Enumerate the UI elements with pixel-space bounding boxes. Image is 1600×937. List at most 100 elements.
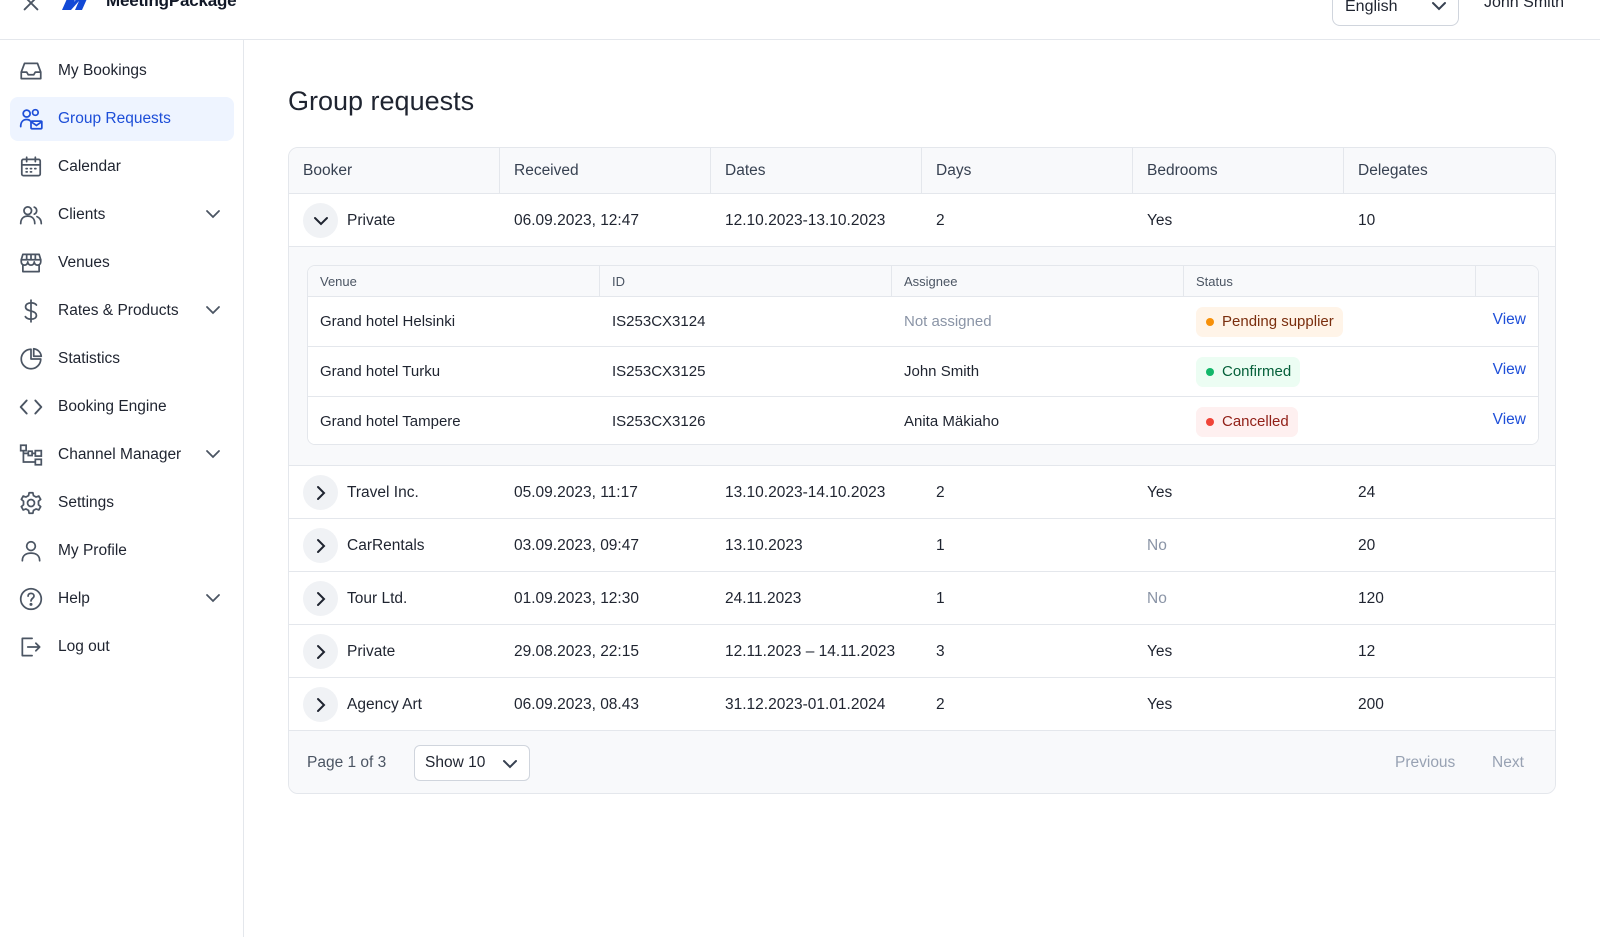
view-link[interactable]: View: [1493, 397, 1526, 443]
sidebar-item-venues[interactable]: Venues: [10, 241, 234, 285]
page-title: Group requests: [288, 86, 475, 116]
sidebar-item-label: Settings: [58, 494, 115, 511]
dates-cell: 13.10.2023: [725, 537, 803, 554]
sidebar-item-help[interactable]: Help: [10, 577, 234, 621]
received-cell: 05.09.2023, 11:17: [514, 484, 638, 501]
user-name[interactable]: John Smith: [1484, 0, 1564, 12]
id-cell: IS253CX3126: [612, 413, 706, 430]
calendar-icon: [18, 154, 44, 180]
days-cell: 2: [936, 484, 945, 501]
page-size-select[interactable]: Show 10: [414, 745, 530, 781]
assignee-cell: Anita Mäkiaho: [904, 413, 1000, 430]
expand-row-button[interactable]: [303, 528, 338, 563]
sidebar-item-group-requests[interactable]: Group Requests: [10, 97, 234, 141]
table-footer: Page 1 of 3 Show 10 Previous Next: [289, 732, 1555, 793]
sidebar-item-calendar[interactable]: Calendar: [10, 145, 234, 189]
view-link[interactable]: View: [1493, 347, 1526, 393]
table-row[interactable]: Travel Inc. 05.09.2023, 11:17 13.10.2023…: [289, 466, 1555, 519]
collapse-row-button[interactable]: [303, 203, 338, 238]
expand-row-button[interactable]: [303, 475, 338, 510]
dates-cell: 24.11.2023: [725, 590, 802, 607]
delegates-cell: 12: [1358, 643, 1376, 660]
sidebar-item-booking-engine[interactable]: Booking Engine: [10, 385, 234, 429]
table-row[interactable]: Agency Art 06.09.2023, 08.43 31.12.2023-…: [289, 678, 1555, 731]
sidebar-item-channel-manager[interactable]: Channel Manager: [10, 433, 234, 477]
users-mail-icon: [18, 106, 44, 132]
booker-cell: Travel Inc.: [347, 484, 419, 501]
column-header-delegates[interactable]: Delegates: [1344, 148, 1555, 194]
language-select[interactable]: English: [1332, 0, 1459, 26]
table-row[interactable]: Private 29.08.2023, 22:15 12.11.2023 – 1…: [289, 625, 1555, 678]
delegates-cell: 24: [1358, 484, 1376, 501]
sidebar-item-label: My Profile: [58, 542, 127, 559]
sidebar-item-my-profile[interactable]: My Profile: [10, 529, 234, 573]
chevron-down-icon[interactable]: [204, 591, 222, 605]
sub-table-row: Grand hotel Turku IS253CX3125 John Smith…: [308, 347, 1538, 397]
days-cell: 2: [936, 212, 945, 229]
previous-button[interactable]: Previous: [1395, 732, 1455, 793]
bedrooms-cell: No: [1147, 537, 1167, 554]
table-row[interactable]: Private 06.09.2023, 12:47 12.10.2023-13.…: [289, 194, 1555, 247]
column-header-dates[interactable]: Dates: [711, 148, 922, 194]
booker-cell: Private: [347, 643, 396, 660]
sidebar-item-label: Rates & Products: [58, 302, 179, 319]
delegates-cell: 10: [1358, 212, 1376, 229]
sidebar-item-label: Help: [58, 590, 90, 607]
status-dot: [1206, 318, 1214, 326]
sidebar-item-statistics[interactable]: Statistics: [10, 337, 234, 381]
dates-cell: 12.10.2023-13.10.2023: [725, 212, 886, 229]
chevron-down-icon[interactable]: [204, 303, 222, 317]
sidebar-item-log-out[interactable]: Log out: [10, 625, 234, 669]
column-header-booker[interactable]: Booker: [289, 148, 500, 194]
sidebar-item-label: Clients: [58, 206, 106, 223]
logout-icon: [18, 634, 44, 660]
assignee-cell: Not assigned: [904, 313, 992, 330]
venue-cell: Grand hotel Turku: [320, 363, 441, 380]
close-icon[interactable]: [20, 0, 42, 14]
row-details: Venue ID Assignee Status Grand hotel Hel…: [289, 247, 1555, 466]
expand-row-button[interactable]: [303, 687, 338, 722]
received-cell: 29.08.2023, 22:15: [514, 643, 639, 660]
status-label: Cancelled: [1222, 413, 1289, 430]
table-row[interactable]: Tour Ltd. 01.09.2023, 12:30 24.11.2023 1…: [289, 572, 1555, 625]
view-link[interactable]: View: [1493, 297, 1526, 343]
bedrooms-cell: Yes: [1147, 484, 1173, 501]
days-cell: 3: [936, 643, 945, 660]
language-value: English: [1345, 0, 1398, 15]
status-label: Confirmed: [1222, 363, 1292, 380]
expand-row-button[interactable]: [303, 581, 338, 616]
inbox-icon: [18, 58, 44, 84]
status-dot: [1206, 418, 1214, 426]
pie-chart-icon: [18, 346, 44, 372]
sidebar-item-label: Channel Manager: [58, 446, 182, 463]
sidebar-item-label: Statistics: [58, 350, 121, 367]
bedrooms-cell: Yes: [1147, 212, 1173, 229]
booker-cell: Agency Art: [347, 696, 422, 713]
sidebar-item-label: My Bookings: [58, 62, 147, 79]
sidebar-item-clients[interactable]: Clients: [10, 193, 234, 237]
sub-table-header: Venue ID Assignee Status: [308, 266, 1538, 297]
sidebar-item-my-bookings[interactable]: My Bookings: [10, 49, 234, 93]
status-label: Pending supplier: [1222, 313, 1334, 330]
next-button[interactable]: Next: [1492, 732, 1524, 793]
assignee-cell: John Smith: [904, 363, 980, 380]
chevron-down-icon[interactable]: [204, 207, 222, 221]
chevron-down-icon: [1432, 2, 1446, 11]
status-badge: Cancelled: [1196, 407, 1298, 437]
table-row[interactable]: CarRentals 03.09.2023, 09:47 13.10.2023 …: [289, 519, 1555, 572]
sidebar-item-settings[interactable]: Settings: [10, 481, 234, 525]
chevron-down-icon[interactable]: [204, 447, 222, 461]
received-cell: 06.09.2023, 08.43: [514, 696, 639, 713]
booker-cell: Tour Ltd.: [347, 590, 408, 607]
sidebar-item-rates-products[interactable]: Rates & Products: [10, 289, 234, 333]
expand-row-button[interactable]: [303, 634, 338, 669]
sidebar-item-label: Log out: [58, 638, 110, 655]
column-header-days[interactable]: Days: [922, 148, 1133, 194]
chevron-right-icon: [316, 591, 325, 606]
received-cell: 03.09.2023, 09:47: [514, 537, 639, 554]
days-cell: 1: [936, 590, 945, 607]
column-header-id: ID: [600, 266, 892, 297]
status-dot: [1206, 368, 1214, 376]
column-header-bedrooms[interactable]: Bedrooms: [1133, 148, 1344, 194]
column-header-received[interactable]: Received: [500, 148, 711, 194]
